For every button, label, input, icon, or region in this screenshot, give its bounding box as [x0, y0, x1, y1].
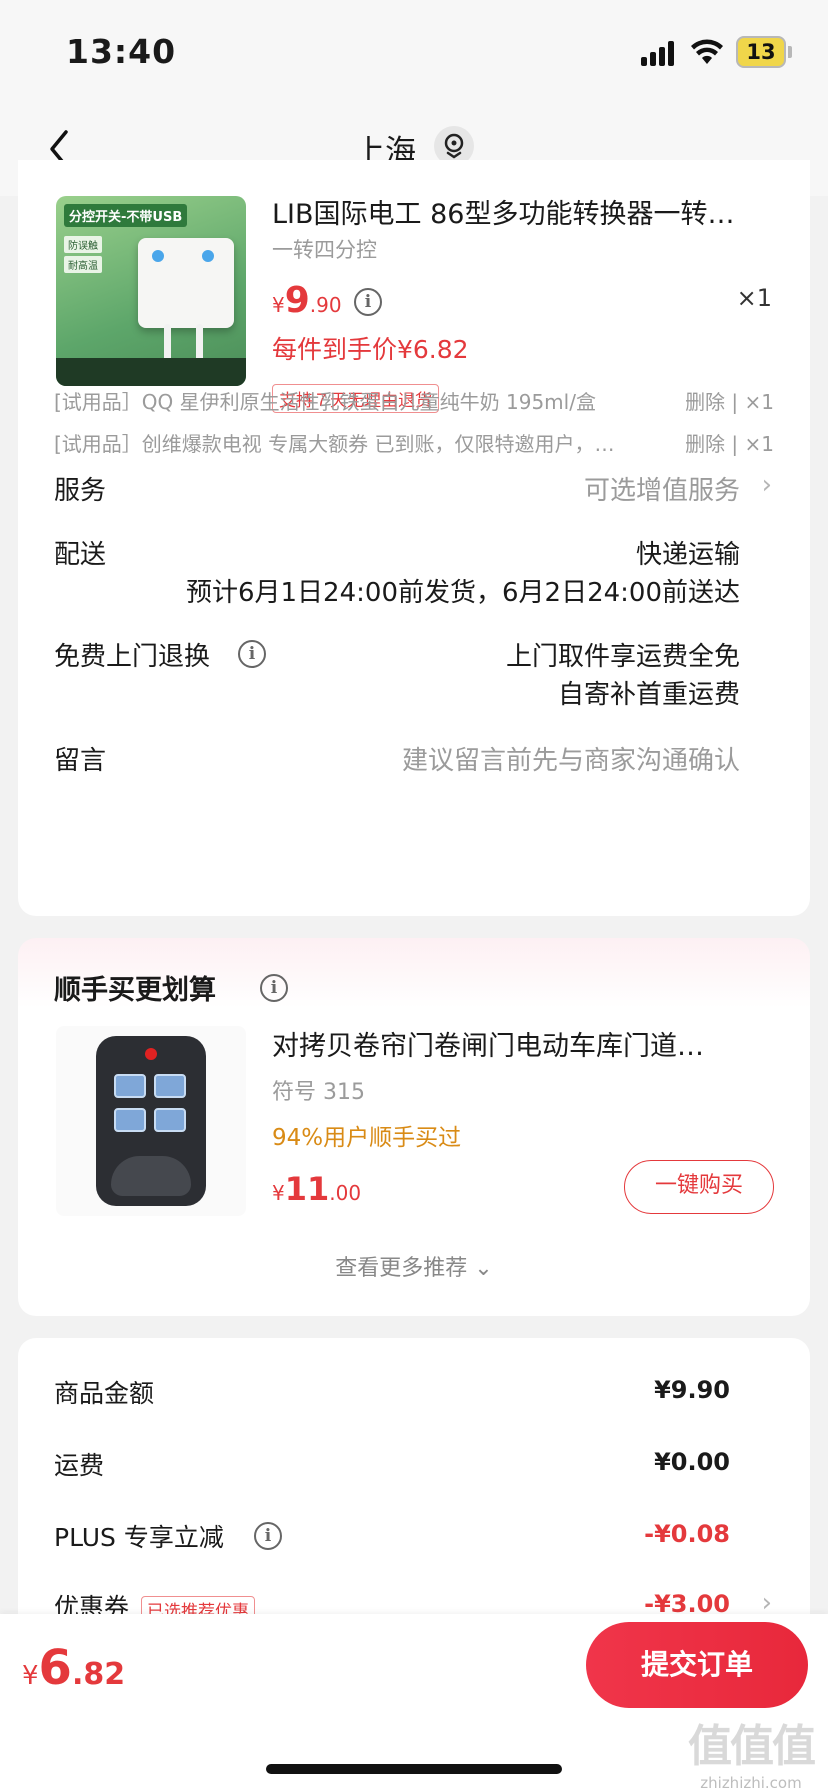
- recommend-info-icon[interactable]: i: [260, 974, 288, 1002]
- product-image[interactable]: 分控开关-不带USB 防误触 耐高温: [56, 196, 246, 386]
- delivery-method: 快递运输: [635, 540, 740, 570]
- price-currency: ¥: [272, 1181, 285, 1205]
- image-feature: 耐高温: [64, 256, 102, 273]
- price-info-icon[interactable]: i: [354, 288, 382, 316]
- product-title[interactable]: LIB国际电工 86型多功能转换器一转…: [272, 192, 772, 231]
- trial-item-text: [试用品］创维爆款电视 专属大额券 已到账，仅限特邀用户，…: [54, 432, 615, 456]
- home-return-label: 免费上门退换: [54, 642, 211, 672]
- price-integer: 6: [38, 1640, 72, 1696]
- trial-item-text: [试用品］QQ 星伊利原生活性乳铁蛋白儿童纯牛奶 195ml/盒: [54, 390, 596, 414]
- price-integer: 9: [284, 280, 310, 321]
- image-feature: 防误触: [64, 236, 102, 253]
- final-price: 每件到手价¥6.82: [272, 335, 469, 364]
- product-price: ¥9.90: [272, 280, 342, 321]
- recommend-price: ¥11.00: [272, 1170, 361, 1208]
- home-return-value: 上门取件享运费全免: [505, 642, 740, 672]
- home-return-value-2: 自寄补首重运费: [557, 680, 740, 710]
- chevron-right-icon[interactable]: ›: [762, 470, 772, 500]
- summary-value: ¥9.90: [654, 1376, 730, 1404]
- price-integer: 11: [284, 1170, 330, 1208]
- price-decimal: .90: [309, 293, 342, 317]
- service-value[interactable]: 可选增值服务: [584, 470, 740, 507]
- message-label: 留言: [54, 746, 107, 776]
- price-decimal: .00: [329, 1181, 362, 1205]
- bottom-bar: ¥6.82 提交订单 值值值 zhizhizhi.com: [0, 1614, 828, 1792]
- recommend-title: 顺手买更划算: [54, 975, 216, 1006]
- recommend-product-spec: 符号 315: [272, 1080, 365, 1105]
- socket-illustration: [138, 238, 234, 328]
- summary-label: PLUS 专享立减: [54, 1523, 224, 1552]
- home-return-info-icon[interactable]: i: [238, 640, 266, 668]
- summary-value: ¥0.00: [654, 1448, 730, 1476]
- trial-item: [试用品］QQ 星伊利原生活性乳铁蛋白儿童纯牛奶 195ml/盒 删除 | ×1: [54, 386, 774, 415]
- total-price: ¥6.82: [22, 1640, 125, 1696]
- price-currency: ¥: [272, 293, 285, 317]
- delivery-time: 预计6月1日24:00前发货，6月2日24:00前送达: [185, 578, 740, 608]
- home-indicator[interactable]: [266, 1764, 562, 1774]
- price-decimal: .82: [71, 1657, 126, 1692]
- one-click-buy-button[interactable]: 一键购买: [624, 1160, 774, 1214]
- watermark-url: zhizhizhi.com: [700, 1774, 802, 1792]
- watermark-logo: 值值值: [688, 1721, 816, 1772]
- delivery-label: 配送: [54, 540, 107, 570]
- cellular-signal-icon: [641, 40, 677, 66]
- message-input[interactable]: 建议留言前先与商家沟通确认: [402, 740, 740, 777]
- summary-value: -¥0.08: [644, 1520, 730, 1548]
- quantity: ×1: [736, 284, 772, 312]
- recommend-product-name[interactable]: 对拷贝卷帘门卷闸门电动车库门道…: [272, 1024, 772, 1063]
- more-recommendations-link[interactable]: 查看更多推荐 ⌄: [18, 1250, 810, 1282]
- status-time: 13:40: [66, 32, 177, 71]
- order-card: 分控开关-不带USB 防误触 耐高温 LIB国际电工 86型多功能转换器一转… …: [18, 160, 810, 916]
- wifi-icon: [691, 39, 723, 64]
- price-currency: ¥: [22, 1661, 39, 1691]
- product-spec: 一转四分控: [272, 238, 377, 262]
- watermark: 值值值 zhizhizhi.com: [676, 1710, 826, 1792]
- summary-label: 商品金额: [54, 1379, 155, 1408]
- trial-item-delete[interactable]: 删除 | ×1: [685, 428, 774, 457]
- image-footer: [56, 358, 246, 386]
- image-tag: 分控开关-不带USB: [64, 204, 188, 227]
- price-summary-card: 商品金额 ¥9.90 运费 ¥0.00 PLUS 专享立减 i -¥0.08 优…: [18, 1338, 810, 1638]
- remote-illustration: [96, 1036, 206, 1206]
- trial-item-delete[interactable]: 删除 | ×1: [685, 386, 774, 415]
- battery-icon: 13: [736, 36, 786, 68]
- recommend-product-image[interactable]: [56, 1026, 246, 1216]
- trial-item: [试用品］创维爆款电视 专属大额券 已到账，仅限特邀用户，… 删除 | ×1: [54, 428, 774, 457]
- service-label: 服务: [54, 476, 107, 506]
- status-bar: 13:40 13: [0, 0, 828, 100]
- battery-tip: [788, 46, 792, 58]
- summary-label: 运费: [54, 1451, 105, 1480]
- recommend-purchase-stat: 94%用户顺手买过: [272, 1125, 462, 1151]
- submit-order-button[interactable]: 提交订单: [586, 1622, 808, 1708]
- recommend-card: 顺手买更划算 i 对拷贝卷帘门卷闸门电动车库门道… 符号 315 94%用户顺手…: [18, 938, 810, 1316]
- plus-info-icon[interactable]: i: [254, 1522, 282, 1550]
